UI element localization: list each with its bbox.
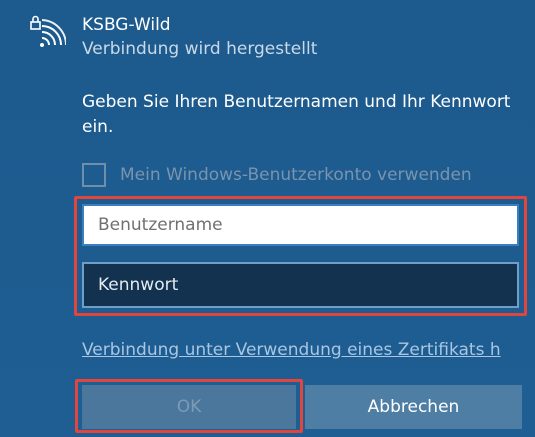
password-field[interactable]: Kennwort	[82, 262, 519, 308]
cancel-button[interactable]: Abbrechen	[305, 385, 522, 429]
ok-button[interactable]: OK	[82, 385, 296, 429]
connection-status: Verbindung wird hergestellt	[82, 39, 318, 59]
certificate-connect-link[interactable]: Verbindung unter Verwendung eines Zertif…	[82, 340, 522, 360]
windows-account-label: Mein Windows-Benutzerkonto verwenden	[120, 165, 472, 185]
windows-account-checkbox[interactable]	[82, 163, 106, 187]
wifi-credential-panel: KSBG-Wild Verbindung wird hergestellt Ge…	[0, 0, 535, 437]
windows-account-option[interactable]: Mein Windows-Benutzerkonto verwenden	[82, 163, 472, 187]
username-field[interactable]: Benutzername	[82, 204, 519, 246]
credential-prompt: Geben Sie Ihren Benutzernamen und Ihr Ke…	[82, 92, 511, 137]
network-name: KSBG-Wild	[82, 15, 171, 35]
secured-wifi-icon	[30, 15, 66, 47]
